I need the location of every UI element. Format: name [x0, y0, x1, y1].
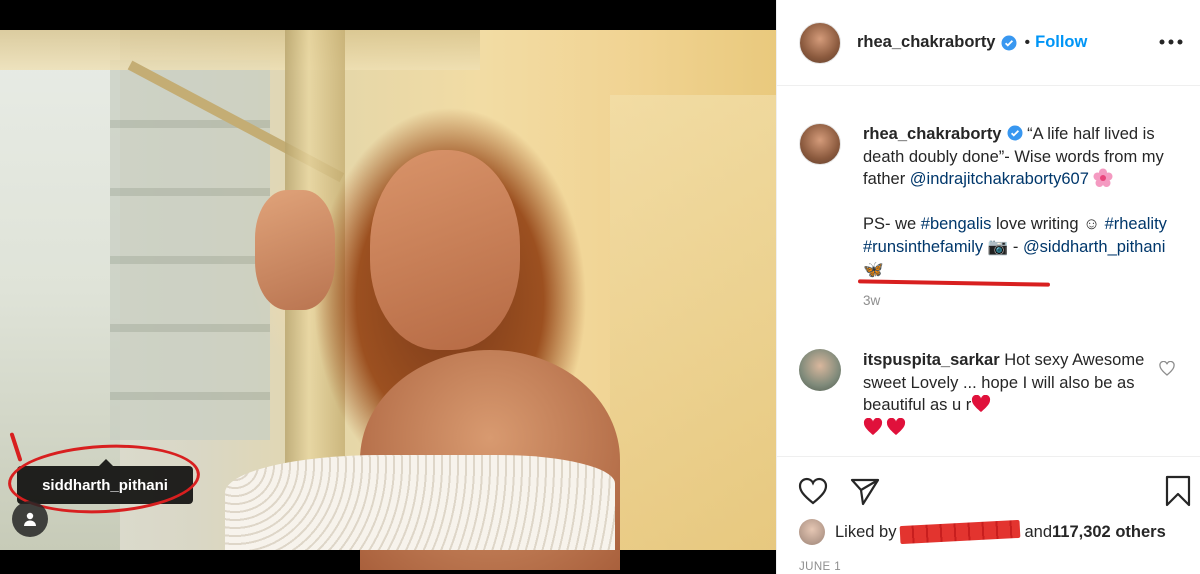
save-button[interactable] — [1162, 475, 1194, 507]
caption-ps-cont: love writing ☺ — [991, 215, 1105, 234]
more-options-button[interactable] — [1157, 28, 1185, 56]
follow-button[interactable]: Follow — [1035, 33, 1087, 52]
caption-ps: PS- we — [863, 215, 921, 234]
post-media[interactable]: siddharth_pithani — [0, 0, 776, 574]
like-button[interactable] — [797, 475, 829, 507]
likes-prefix: Liked by — [835, 522, 897, 541]
post-actions: Liked by and 117,302 others JUNE 1 — [777, 456, 1200, 574]
verified-badge-icon — [1001, 35, 1016, 50]
photo-building — [110, 60, 270, 440]
comment-text: itspuspita_sarkar Hot sexy Awesome sweet… — [863, 349, 1153, 439]
author-username[interactable]: rhea_chakraborty — [857, 33, 996, 52]
paper-plane-icon — [850, 478, 880, 506]
more-icon — [1159, 39, 1183, 45]
photo-door-panel — [610, 95, 776, 550]
photo-hand — [255, 190, 335, 310]
flower-emoji-icon — [1093, 168, 1113, 188]
share-button[interactable] — [849, 475, 881, 507]
caption-avatar[interactable] — [799, 123, 841, 165]
comments-section: rhea_chakraborty “A life half lived is d… — [777, 87, 1200, 455]
post-sidebar: rhea_chakraborty • Follow rhea_chakrabor… — [776, 0, 1200, 574]
red-heart-emoji-icon — [863, 417, 883, 435]
hashtag-link[interactable]: #runsinthefamily — [863, 238, 983, 256]
comment-item: itspuspita_sarkar Hot sexy Awesome sweet… — [799, 349, 1189, 439]
red-heart-emoji-icon — [972, 395, 991, 413]
like-comment-icon[interactable] — [1159, 361, 1175, 377]
likes-summary: Liked by and 117,302 others — [799, 519, 1166, 545]
post-header: rhea_chakraborty • Follow — [777, 0, 1200, 86]
author-avatar[interactable] — [799, 21, 841, 64]
bookmark-icon — [1165, 475, 1191, 507]
redacted-username — [900, 519, 1021, 545]
hashtag-link[interactable]: #rheality — [1105, 215, 1167, 233]
caption-time[interactable]: 3w — [863, 290, 1183, 313]
mention-link[interactable]: @siddharth_pithani — [1023, 238, 1165, 256]
likes-suffix: and — [1024, 522, 1052, 541]
photo-dress — [225, 455, 615, 550]
red-heart-emoji-icon — [886, 417, 906, 435]
liker-avatar[interactable] — [799, 519, 825, 545]
likes-count[interactable]: 117,302 others — [1052, 523, 1166, 542]
hashtag-link[interactable]: #bengalis — [921, 215, 992, 233]
commenter-avatar[interactable] — [799, 349, 841, 391]
mention-link[interactable]: @indrajitchakraborty607 — [910, 170, 1089, 188]
verified-badge-icon — [1007, 125, 1022, 141]
photo-face — [370, 150, 520, 350]
person-icon — [24, 512, 36, 526]
photo-curtain — [0, 30, 480, 70]
heart-icon — [798, 477, 828, 505]
tagged-users-button[interactable] — [12, 501, 48, 537]
caption-username[interactable]: rhea_chakraborty — [863, 125, 1002, 143]
butterfly-emoji-icon: 🦋 — [863, 260, 884, 279]
header-separator: • — [1024, 33, 1031, 51]
post-date[interactable]: JUNE 1 — [799, 561, 841, 573]
commenter-username[interactable]: itspuspita_sarkar — [863, 351, 1000, 369]
caption-camera: 📷 - — [983, 237, 1023, 256]
